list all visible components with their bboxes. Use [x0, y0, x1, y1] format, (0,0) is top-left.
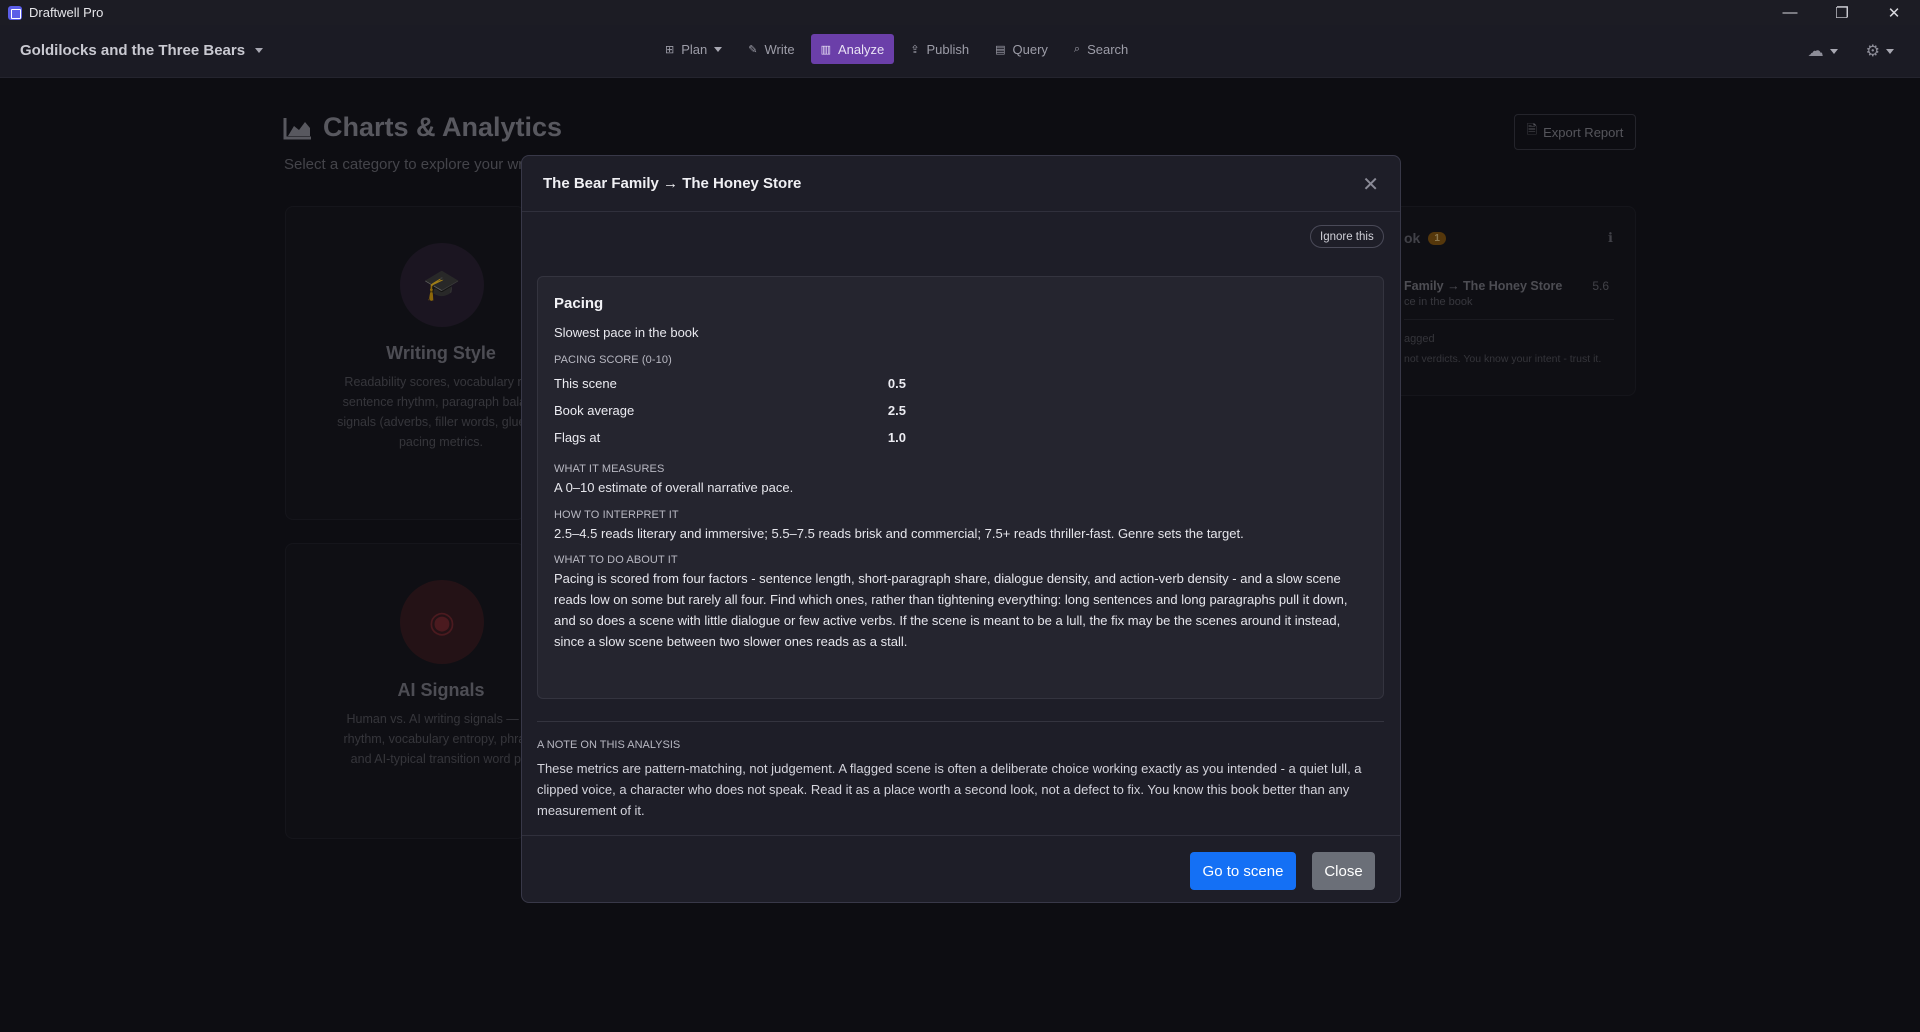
- cloud-sync-menu[interactable]: ☁: [1808, 41, 1838, 61]
- score-row: Book average 2.5: [554, 397, 906, 424]
- nav-item-label: Analyze: [837, 41, 885, 57]
- measures-text: A 0–10 estimate of overall narrative pac…: [554, 480, 794, 495]
- modal-header: The Bear Family → The Honey Store: [522, 156, 1400, 212]
- todo-text: Pacing is scored from four factors - sen…: [554, 571, 1348, 649]
- ignore-button[interactable]: Ignore this: [1310, 225, 1384, 248]
- search-icon: ⌕: [1073, 42, 1081, 55]
- nav-item-publish[interactable]: ⇪ Publish: [900, 34, 979, 64]
- close-window-button[interactable]: ✕: [1868, 0, 1920, 25]
- score-label: PACING SCORE (0-10): [554, 354, 672, 366]
- window-controls: — ❐ ✕: [1764, 0, 1920, 25]
- divider: [537, 721, 1384, 722]
- nav-item-query[interactable]: ▤ Query: [985, 34, 1058, 64]
- nav-item-write[interactable]: ✎ Write: [738, 34, 804, 64]
- note-label: A NOTE ON THIS ANALYSIS: [537, 739, 681, 751]
- chevron-down-icon: [255, 48, 264, 53]
- score-row: This scene 0.5: [554, 370, 906, 397]
- score-row-value: 0.5: [887, 376, 906, 391]
- metric-panel: Pacing Slowest pace in the book PACING S…: [537, 276, 1384, 699]
- score-row-label: Book average: [554, 403, 635, 418]
- metric-headline: Slowest pace in the book: [554, 325, 699, 340]
- close-button[interactable]: Close: [1312, 852, 1375, 890]
- score-row: Flags at 1.0: [554, 424, 906, 451]
- window-title: Draftwell Pro: [29, 5, 104, 20]
- restore-button[interactable]: ❐: [1816, 0, 1868, 25]
- upload-icon: ⇪: [910, 43, 920, 56]
- table-icon: ▤: [995, 43, 1006, 56]
- app-logo-icon: [8, 5, 22, 20]
- todo-label: WHAT TO DO ABOUT IT: [554, 554, 678, 566]
- pencil-icon: ✎: [748, 43, 758, 56]
- modal-footer: Go to scene Close: [522, 835, 1400, 902]
- nav-item-analyze[interactable]: ▥ Analyze: [810, 34, 895, 64]
- project-selector[interactable]: Goldilocks and the Three Bears: [20, 42, 264, 59]
- gear-icon: ⚙: [1865, 43, 1880, 60]
- nav-item-label: Write: [764, 41, 795, 57]
- score-row-value: 1.0: [887, 430, 906, 445]
- metric-name: Pacing: [554, 295, 604, 312]
- nav-item-label: Query: [1012, 41, 1048, 57]
- project-name: Goldilocks and the Three Bears: [20, 42, 246, 59]
- score-row-label: Flags at: [554, 430, 601, 445]
- top-nav: Goldilocks and the Three Bears ⊞ Plan ✎ …: [0, 25, 1920, 78]
- sitemap-icon: ⊞: [665, 43, 675, 56]
- measures-label: WHAT IT MEASURES: [554, 463, 665, 475]
- chevron-down-icon: [714, 46, 723, 52]
- nav-item-label: Publish: [926, 41, 970, 57]
- score-row-label: This scene: [554, 376, 617, 391]
- close-icon[interactable]: ✕: [1362, 172, 1379, 197]
- nav-item-label: Search: [1087, 41, 1129, 57]
- nav-item-label: Plan: [681, 41, 708, 57]
- cloud-icon: ☁: [1807, 43, 1824, 60]
- nav-right-tools: ☁ ⚙: [1808, 41, 1894, 61]
- nav-item-search[interactable]: ⌕ Search: [1064, 34, 1138, 64]
- settings-menu[interactable]: ⚙: [1866, 41, 1894, 61]
- interpret-text: 2.5–4.5 reads literary and immersive; 5.…: [554, 526, 1244, 541]
- modal-title: The Bear Family → The Honey Store: [543, 175, 802, 192]
- interpret-label: HOW TO INTERPRET IT: [554, 509, 679, 521]
- chevron-down-icon: [1886, 48, 1894, 54]
- score-table: This scene 0.5 Book average 2.5 Flags at…: [554, 370, 1367, 451]
- analysis-modal: The Bear Family → The Honey Store ✕ Igno…: [521, 155, 1401, 903]
- chevron-down-icon: [1829, 48, 1838, 54]
- minimize-button[interactable]: —: [1764, 0, 1816, 25]
- go-to-scene-button[interactable]: Go to scene: [1190, 852, 1296, 890]
- score-row-value: 2.5: [887, 403, 906, 418]
- bar-chart-icon: ▥: [820, 43, 831, 56]
- note-text: These metrics are pattern-matching, not …: [537, 761, 1362, 818]
- nav-menu: ⊞ Plan ✎ Write ▥ Analyze ⇪ Publish ▤ Que…: [655, 34, 1138, 64]
- title-bar: Draftwell Pro — ❐ ✕: [0, 0, 1920, 25]
- nav-item-plan[interactable]: ⊞ Plan: [655, 34, 732, 64]
